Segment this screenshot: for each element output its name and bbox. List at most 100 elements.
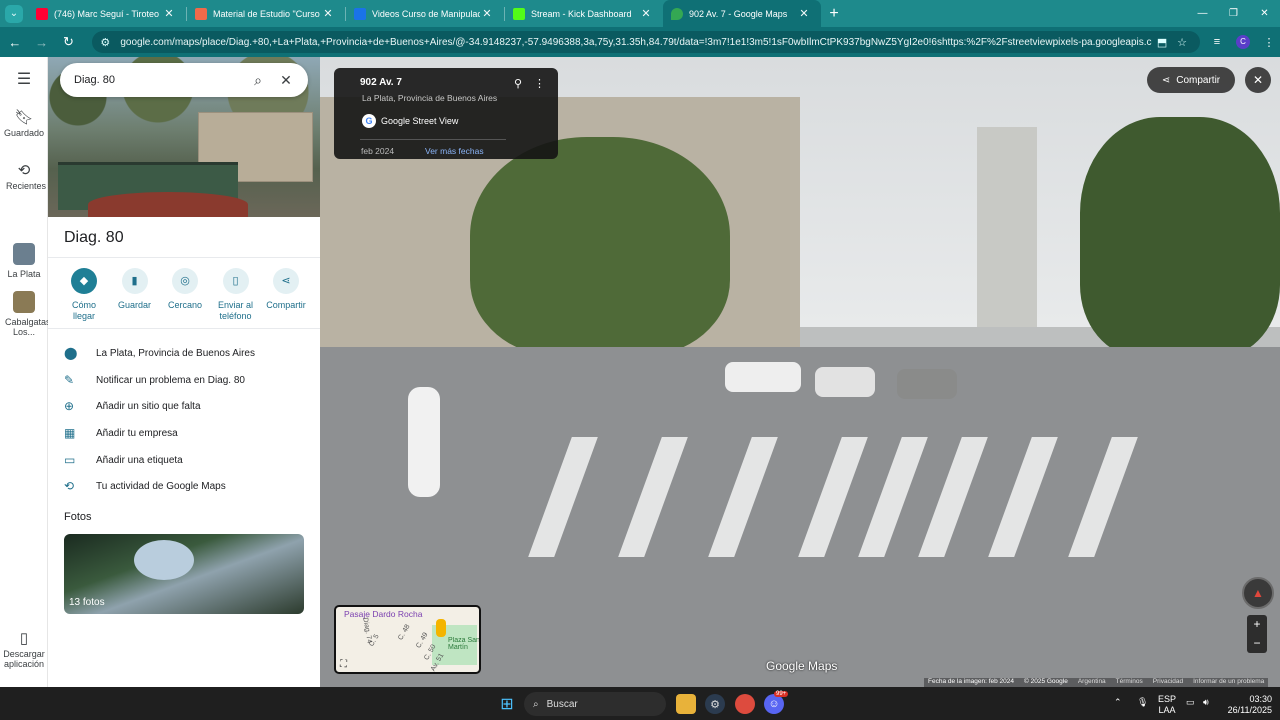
bookmark-icon: ▮ [121, 268, 148, 294]
rail-item-cabalgatas[interactable]: Cabalgatas Los... [0, 291, 51, 337]
reload-icon[interactable]: ↻ [57, 30, 81, 54]
windows-start-icon[interactable]: ⊞ [497, 694, 517, 714]
report-problem-link[interactable]: Informar de un problema [1193, 678, 1264, 687]
search-box[interactable]: Diag. 80 ⌕ ✕ [60, 63, 308, 97]
language-indicator[interactable]: ESP LAA [1158, 694, 1176, 716]
divider [48, 328, 320, 329]
chrome-icon[interactable] [735, 694, 755, 714]
minimap[interactable]: Pasaje Dardo Rocha Diag. 74 C. 48 C. 49 … [334, 605, 481, 674]
directions-button[interactable]: ◆ Cómo llegar [60, 268, 108, 322]
minimap-park-label: Plaza San Martín [448, 637, 480, 651]
sv-share-button[interactable]: ⋖ Compartir [1147, 67, 1235, 93]
info-row-text: Añadir tu empresa [96, 427, 178, 439]
volume-icon[interactable]: 🔊︎ [1203, 697, 1209, 708]
tab-title: 902 Av. 7 - Google Maps [689, 8, 788, 19]
clock[interactable]: 03:30 26/11/2025 [1222, 694, 1272, 716]
menu-kebab-icon[interactable]: ⋮ [534, 77, 545, 90]
browser-tab-active[interactable]: 902 Av. 7 - Google Maps ✕ [663, 0, 821, 27]
steam-icon[interactable]: ⚙ [705, 694, 725, 714]
browser-tab[interactable]: Stream - Kick Dashboard ✕ [505, 0, 663, 27]
share-icon: ⋖ [273, 268, 299, 294]
browser-tab[interactable]: Material de Estudio "Curso de N ✕ [187, 0, 345, 27]
close-icon[interactable]: ✕ [272, 72, 300, 89]
install-app-icon[interactable]: ⬒ [1152, 36, 1172, 49]
maximize-icon[interactable]: ❐ [1218, 0, 1249, 27]
sv-address: 902 Av. 7 [360, 77, 402, 88]
address-row[interactable]: ⬤ La Plata, Provincia de Buenos Aires [64, 346, 314, 360]
photos-thumbnail[interactable]: 13 fotos [64, 534, 304, 614]
close-tab-icon[interactable]: ✕ [480, 7, 494, 20]
rail-item-saved[interactable]: 🔖︎ Guardado [0, 110, 48, 138]
country-link[interactable]: Argentina [1078, 678, 1106, 687]
privacy-link[interactable]: Privacidad [1153, 678, 1183, 687]
action-label: Enviar al teléfono [217, 300, 253, 321]
menu-kebab-icon[interactable]: ⋮ [1258, 36, 1280, 49]
info-row-text: La Plata, Provincia de Buenos Aires [96, 347, 255, 359]
browser-tab-strip: ⌄ (746) Marc Seguí - Tiroteo Rem ✕ Mater… [0, 0, 1280, 27]
copyright: © 2025 Google [1024, 678, 1068, 685]
site-info-icon[interactable]: ⚙ [100, 36, 116, 49]
forward-icon[interactable]: → [30, 30, 54, 54]
search-icon: ⌕ [533, 698, 539, 710]
terms-link[interactable]: Términos [1116, 678, 1143, 687]
zoom-out-button[interactable]: − [1247, 634, 1267, 653]
history-icon: ⟲ [17, 162, 31, 179]
media-control-icon[interactable]: ≡ [1206, 36, 1228, 48]
pegman-icon[interactable] [436, 619, 446, 637]
address-bar[interactable]: ⚙ google.com/maps/place/Diag.+80,+La+Pla… [92, 31, 1201, 53]
microphone-icon[interactable]: 🎙︎ [1137, 697, 1148, 708]
sv-tree [1080, 117, 1280, 357]
send-to-phone-button[interactable]: ▯ Enviar al teléfono [212, 268, 260, 322]
add-label-row[interactable]: ▭ Añadir una etiqueta [64, 453, 314, 467]
profile-avatar[interactable]: C [1236, 35, 1251, 49]
window-controls: — ❐ ✕ [1187, 0, 1280, 27]
location-pin-icon[interactable]: ⚲ [514, 77, 522, 90]
rail-item-la-plata[interactable]: La Plata [0, 243, 48, 279]
more-dates-link[interactable]: Ver más fechas [425, 146, 484, 156]
hamburger-menu-icon[interactable]: ☰ [0, 72, 48, 88]
file-explorer-icon[interactable] [676, 694, 696, 714]
close-tab-icon[interactable]: ✕ [321, 7, 335, 20]
share-button[interactable]: ⋖ Compartir [262, 268, 310, 322]
browser-tab[interactable]: Videos Curso de Manipulación ✕ [346, 0, 504, 27]
add-business-icon: ▦ [64, 426, 76, 440]
search-input[interactable]: Diag. 80 [74, 74, 244, 86]
close-street-view-button[interactable]: ✕ [1245, 67, 1271, 93]
close-tab-icon[interactable]: ✕ [797, 7, 811, 20]
expand-icon[interactable]: ⛶ [340, 659, 347, 670]
phone-icon: ▯ [19, 630, 29, 647]
language-label: ESP [1158, 694, 1177, 704]
sv-date: feb 2024 [361, 146, 395, 156]
bookmark-star-icon[interactable]: ☆ [1172, 36, 1192, 49]
report-problem-row[interactable]: ✎ Notificar un problema en Diag. 80 [64, 373, 314, 387]
save-button[interactable]: ▮ Guardar [111, 268, 159, 322]
tab-search-button[interactable]: ⌄ [0, 0, 28, 27]
browser-tab[interactable]: (746) Marc Seguí - Tiroteo Rem ✕ [28, 0, 186, 27]
windows-taskbar: ⊞ ⌕ Buscar ⚙ ☺ 99+ ⌃ 🎙︎ ESP LAA ▭ 🔊︎ 03:… [0, 687, 1280, 720]
add-missing-place-row[interactable]: ⊕ Añadir un sitio que falta [64, 399, 314, 413]
show-hidden-icons[interactable]: ⌃ [1114, 697, 1122, 708]
sv-tree [470, 137, 730, 357]
search-icon[interactable]: ⌕ [244, 72, 272, 89]
street-view-canvas[interactable]: 902 Av. 7 La Plata, Provincia de Buenos … [320, 57, 1280, 687]
maps-left-rail: ☰ 🔖︎ Guardado ⟲ Recientes La Plata Cabal… [0, 57, 51, 687]
discord-icon[interactable]: ☺ [764, 694, 784, 714]
close-tab-icon[interactable]: ✕ [639, 7, 653, 20]
rail-item-download-app[interactable]: ▯ Descargar aplicación [0, 630, 48, 669]
close-window-icon[interactable]: ✕ [1249, 0, 1280, 27]
network-icon[interactable]: ▭ [1186, 697, 1195, 708]
google-logo-icon: G [362, 114, 376, 128]
rail-item-recent[interactable]: ⟲ Recientes [0, 162, 48, 191]
minimize-icon[interactable]: — [1187, 0, 1218, 27]
taskbar-search[interactable]: ⌕ Buscar [524, 692, 666, 716]
nearby-button[interactable]: ◎ Cercano [161, 268, 209, 322]
maps-activity-row[interactable]: ⟲ Tu actividad de Google Maps [64, 479, 314, 493]
close-tab-icon[interactable]: ✕ [162, 7, 176, 20]
new-tab-button[interactable]: + [821, 0, 847, 27]
add-business-row[interactable]: ▦ Añadir tu empresa [64, 426, 314, 440]
back-icon[interactable]: ← [3, 30, 27, 54]
compass-icon[interactable]: ▲ [1242, 577, 1274, 609]
sv-source: G Google Street View [362, 114, 458, 128]
phone-icon: ▯ [222, 268, 249, 294]
zoom-in-button[interactable]: + [1247, 615, 1267, 634]
